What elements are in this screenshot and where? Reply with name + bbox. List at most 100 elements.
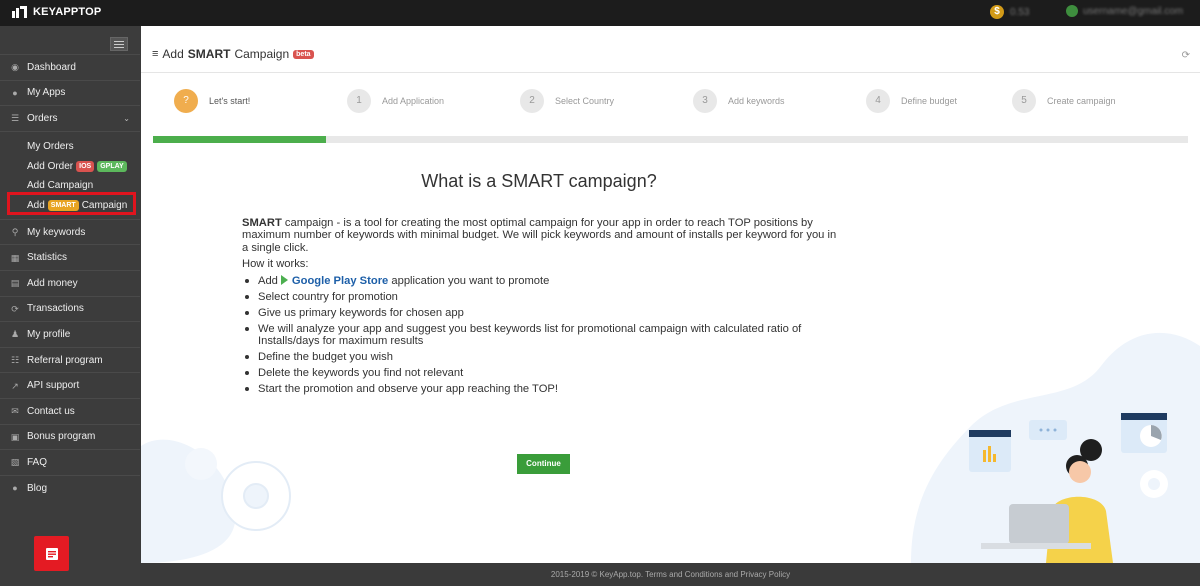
list-item: We will analyze your app and suggest you…	[242, 323, 842, 348]
sidebar-item-label: Blog	[27, 482, 48, 494]
sidebar-item-bonus-program[interactable]: ▣ Bonus program	[0, 423, 140, 450]
coin-icon: $	[990, 5, 1004, 19]
sidebar-subitem-label: Add Order	[27, 160, 74, 172]
sidebar-item-label: Transactions	[27, 303, 84, 315]
google-play-store-link[interactable]: Google Play Store	[292, 275, 388, 287]
step-create-campaign[interactable]: 5 Create campaign	[1012, 89, 1116, 113]
sidebar: ◉ Dashboard ● My Apps ☰ Orders ⌄ My Orde…	[0, 26, 140, 586]
beta-badge: beta	[293, 49, 314, 59]
top-bar: KEYAPPTOP $ 0.53 username@gmail.com	[0, 0, 1200, 26]
gear-icon	[221, 461, 291, 531]
step-select-country[interactable]: 2 Select Country	[520, 89, 614, 113]
sidebar-toggle-button[interactable]	[110, 37, 128, 51]
sidebar-subitem-my-orders[interactable]: My Orders	[0, 137, 140, 157]
step-number: 3	[693, 89, 717, 113]
continue-button[interactable]: Continue	[517, 454, 570, 474]
intro-paragraph: SMART campaign - is a tool for creating …	[242, 217, 842, 254]
user-icon: ♟	[10, 329, 20, 340]
sidebar-item-label: Contact us	[27, 405, 75, 417]
sidebar-item-label: Add money	[27, 277, 78, 289]
step-lets-start[interactable]: ? Let's start!	[174, 89, 250, 113]
sidebar-item-label: My Apps	[27, 87, 66, 99]
step-label: Define budget	[901, 96, 958, 106]
header-divider	[141, 72, 1200, 73]
logo-icon	[12, 6, 28, 18]
book-icon: ▧	[10, 457, 20, 468]
key-icon: ⚲	[11, 227, 19, 238]
gift-icon: ▣	[10, 431, 20, 442]
page-title-suffix: Campaign	[234, 47, 290, 61]
list-icon: ☰	[10, 113, 20, 124]
sidebar-subitem-label: My Orders	[27, 141, 74, 153]
progress-fill	[153, 136, 326, 143]
list-item: Select country for promotion	[242, 291, 842, 303]
wizard-progress-bar	[153, 136, 1188, 143]
page-title-prefix: Add	[162, 47, 184, 61]
brand-name: KEYAPPTOP	[33, 6, 102, 18]
balance-display[interactable]: $ 0.53	[990, 5, 1029, 19]
user-email: username@gmail.com	[1083, 5, 1184, 17]
apple-icon: ●	[12, 87, 18, 98]
step-define-budget[interactable]: 4 Define budget	[866, 89, 957, 113]
main-panel: ≡ Add SMART Campaign beta ⟳ ? Let's star…	[141, 26, 1200, 563]
step-label: Select Country	[555, 96, 615, 106]
sidebar-item-orders[interactable]: ☰ Orders ⌄	[0, 105, 140, 131]
user-avatar-icon	[1066, 5, 1078, 17]
sidebar-item-my-keywords[interactable]: ⚲ My keywords	[0, 218, 140, 245]
sidebar-item-my-profile[interactable]: ♟ My profile	[0, 321, 140, 347]
list-item: Delete the keywords you find not relevan…	[242, 367, 842, 379]
sitemap-icon: ☷	[10, 355, 20, 366]
step-number: 1	[347, 89, 371, 113]
menu-icon: ≡	[152, 48, 159, 60]
sidebar-item-label: Statistics	[27, 252, 68, 264]
notes-button[interactable]	[34, 536, 69, 571]
step-label: Add keywords	[728, 96, 785, 106]
sidebar-item-api-support[interactable]: ↗ API support	[0, 372, 140, 398]
sidebar-item-statistics[interactable]: ▦ Statistics	[0, 244, 140, 270]
chevron-down-icon: ⌄	[123, 113, 130, 123]
sidebar-item-my-apps[interactable]: ● My Apps	[0, 79, 140, 106]
sidebar-item-label: Bonus program	[27, 431, 96, 443]
sidebar-subitem-add-order[interactable]: Add Order IOS GPLAY	[0, 156, 140, 176]
sidebar-item-label: Referral program	[27, 354, 103, 366]
step-number: 2	[520, 89, 544, 113]
sidebar-nav: ◉ Dashboard ● My Apps ☰ Orders ⌄ My Orde…	[0, 54, 140, 500]
page-title: ≡ Add SMART Campaign beta	[152, 47, 314, 61]
intro-text: campaign - is a tool for creating the mo…	[242, 217, 837, 254]
sidebar-item-label: My profile	[27, 328, 71, 340]
step-label: Create campaign	[1047, 96, 1116, 106]
transactions-icon: ⟳	[11, 303, 19, 314]
document-icon	[45, 547, 58, 560]
google-play-icon	[280, 275, 288, 286]
intro-bold: SMART	[242, 217, 282, 229]
how-it-works-label: How it works:	[242, 257, 309, 270]
brand-logo[interactable]: KEYAPPTOP	[12, 6, 101, 18]
wizard-steps: ? Let's start! 1 Add Application 2 Selec…	[174, 89, 1174, 113]
page-title-bold: SMART	[187, 47, 231, 61]
sidebar-item-blog[interactable]: ● Blog	[0, 474, 140, 501]
step-add-keywords[interactable]: 3 Add keywords	[693, 89, 785, 113]
sidebar-item-contact-us[interactable]: ✉ Contact us	[0, 397, 140, 424]
sidebar-item-referral-program[interactable]: ☷ Referral program	[0, 346, 140, 373]
highlight-box	[7, 192, 136, 215]
step-label: Add Application	[382, 96, 445, 106]
gplay-badge: GPLAY	[97, 160, 127, 172]
list-item: Start the promotion and observe your app…	[242, 383, 842, 395]
sidebar-item-label: My keywords	[27, 226, 86, 238]
ios-badge: IOS	[76, 160, 95, 172]
user-menu[interactable]: username@gmail.com	[1066, 5, 1183, 17]
content-body: SMART campaign - is a tool for creating …	[242, 217, 842, 399]
sidebar-item-label: API support	[27, 380, 80, 392]
step-add-application[interactable]: 1 Add Application	[347, 89, 444, 113]
step-number: ?	[174, 89, 198, 113]
sidebar-item-add-money[interactable]: ▤ Add money	[0, 269, 140, 296]
sidebar-item-dashboard[interactable]: ◉ Dashboard	[0, 54, 140, 80]
step-number: 4	[866, 89, 890, 113]
refresh-icon[interactable]: ⟳	[1182, 50, 1190, 61]
table-icon: ▦	[10, 252, 20, 263]
sidebar-item-label: Orders	[27, 112, 58, 124]
sidebar-item-label: FAQ	[27, 456, 48, 468]
sidebar-item-transactions[interactable]: ⟳ Transactions	[0, 295, 140, 322]
sidebar-item-label: Dashboard	[27, 61, 76, 73]
sidebar-item-faq[interactable]: ▧ FAQ	[0, 449, 140, 475]
